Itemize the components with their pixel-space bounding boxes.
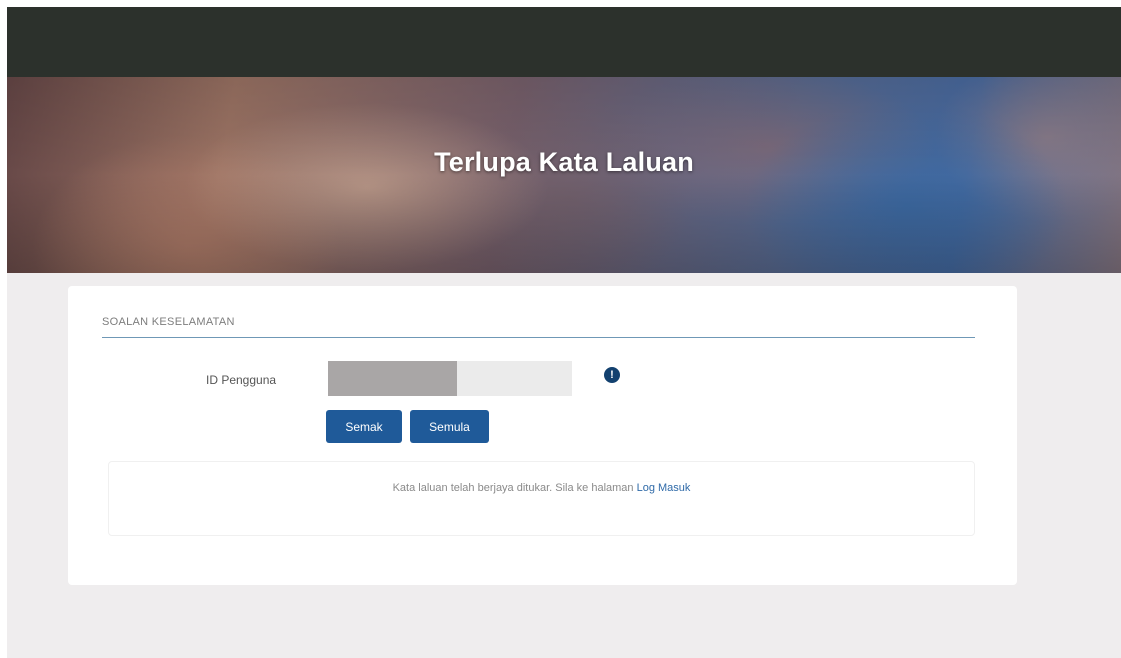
check-button[interactable]: Semak (326, 410, 402, 443)
page-frame: Terlupa Kata Laluan SOALAN KESELAMATAN I… (7, 7, 1121, 658)
reset-button[interactable]: Semula (410, 410, 489, 443)
login-link[interactable]: Log Masuk (637, 482, 691, 494)
success-message: Kata laluan telah berjaya ditukar. Sila … (109, 482, 974, 494)
section-title: SOALAN KESELAMATAN (102, 316, 235, 328)
hero-banner: Terlupa Kata Laluan (7, 77, 1121, 273)
user-id-redaction (328, 361, 457, 396)
top-bar (7, 7, 1121, 77)
page-title: Terlupa Kata Laluan (434, 147, 694, 177)
section-divider (102, 337, 975, 338)
user-id-label: ID Pengguna (206, 373, 277, 387)
info-circle-icon[interactable]: ! (604, 367, 620, 383)
success-message-text: Kata laluan telah berjaya ditukar. Sila … (392, 482, 637, 494)
security-question-card: SOALAN KESELAMATAN ID Pengguna ! Semak S… (68, 286, 1017, 585)
success-message-box: Kata laluan telah berjaya ditukar. Sila … (108, 461, 975, 536)
